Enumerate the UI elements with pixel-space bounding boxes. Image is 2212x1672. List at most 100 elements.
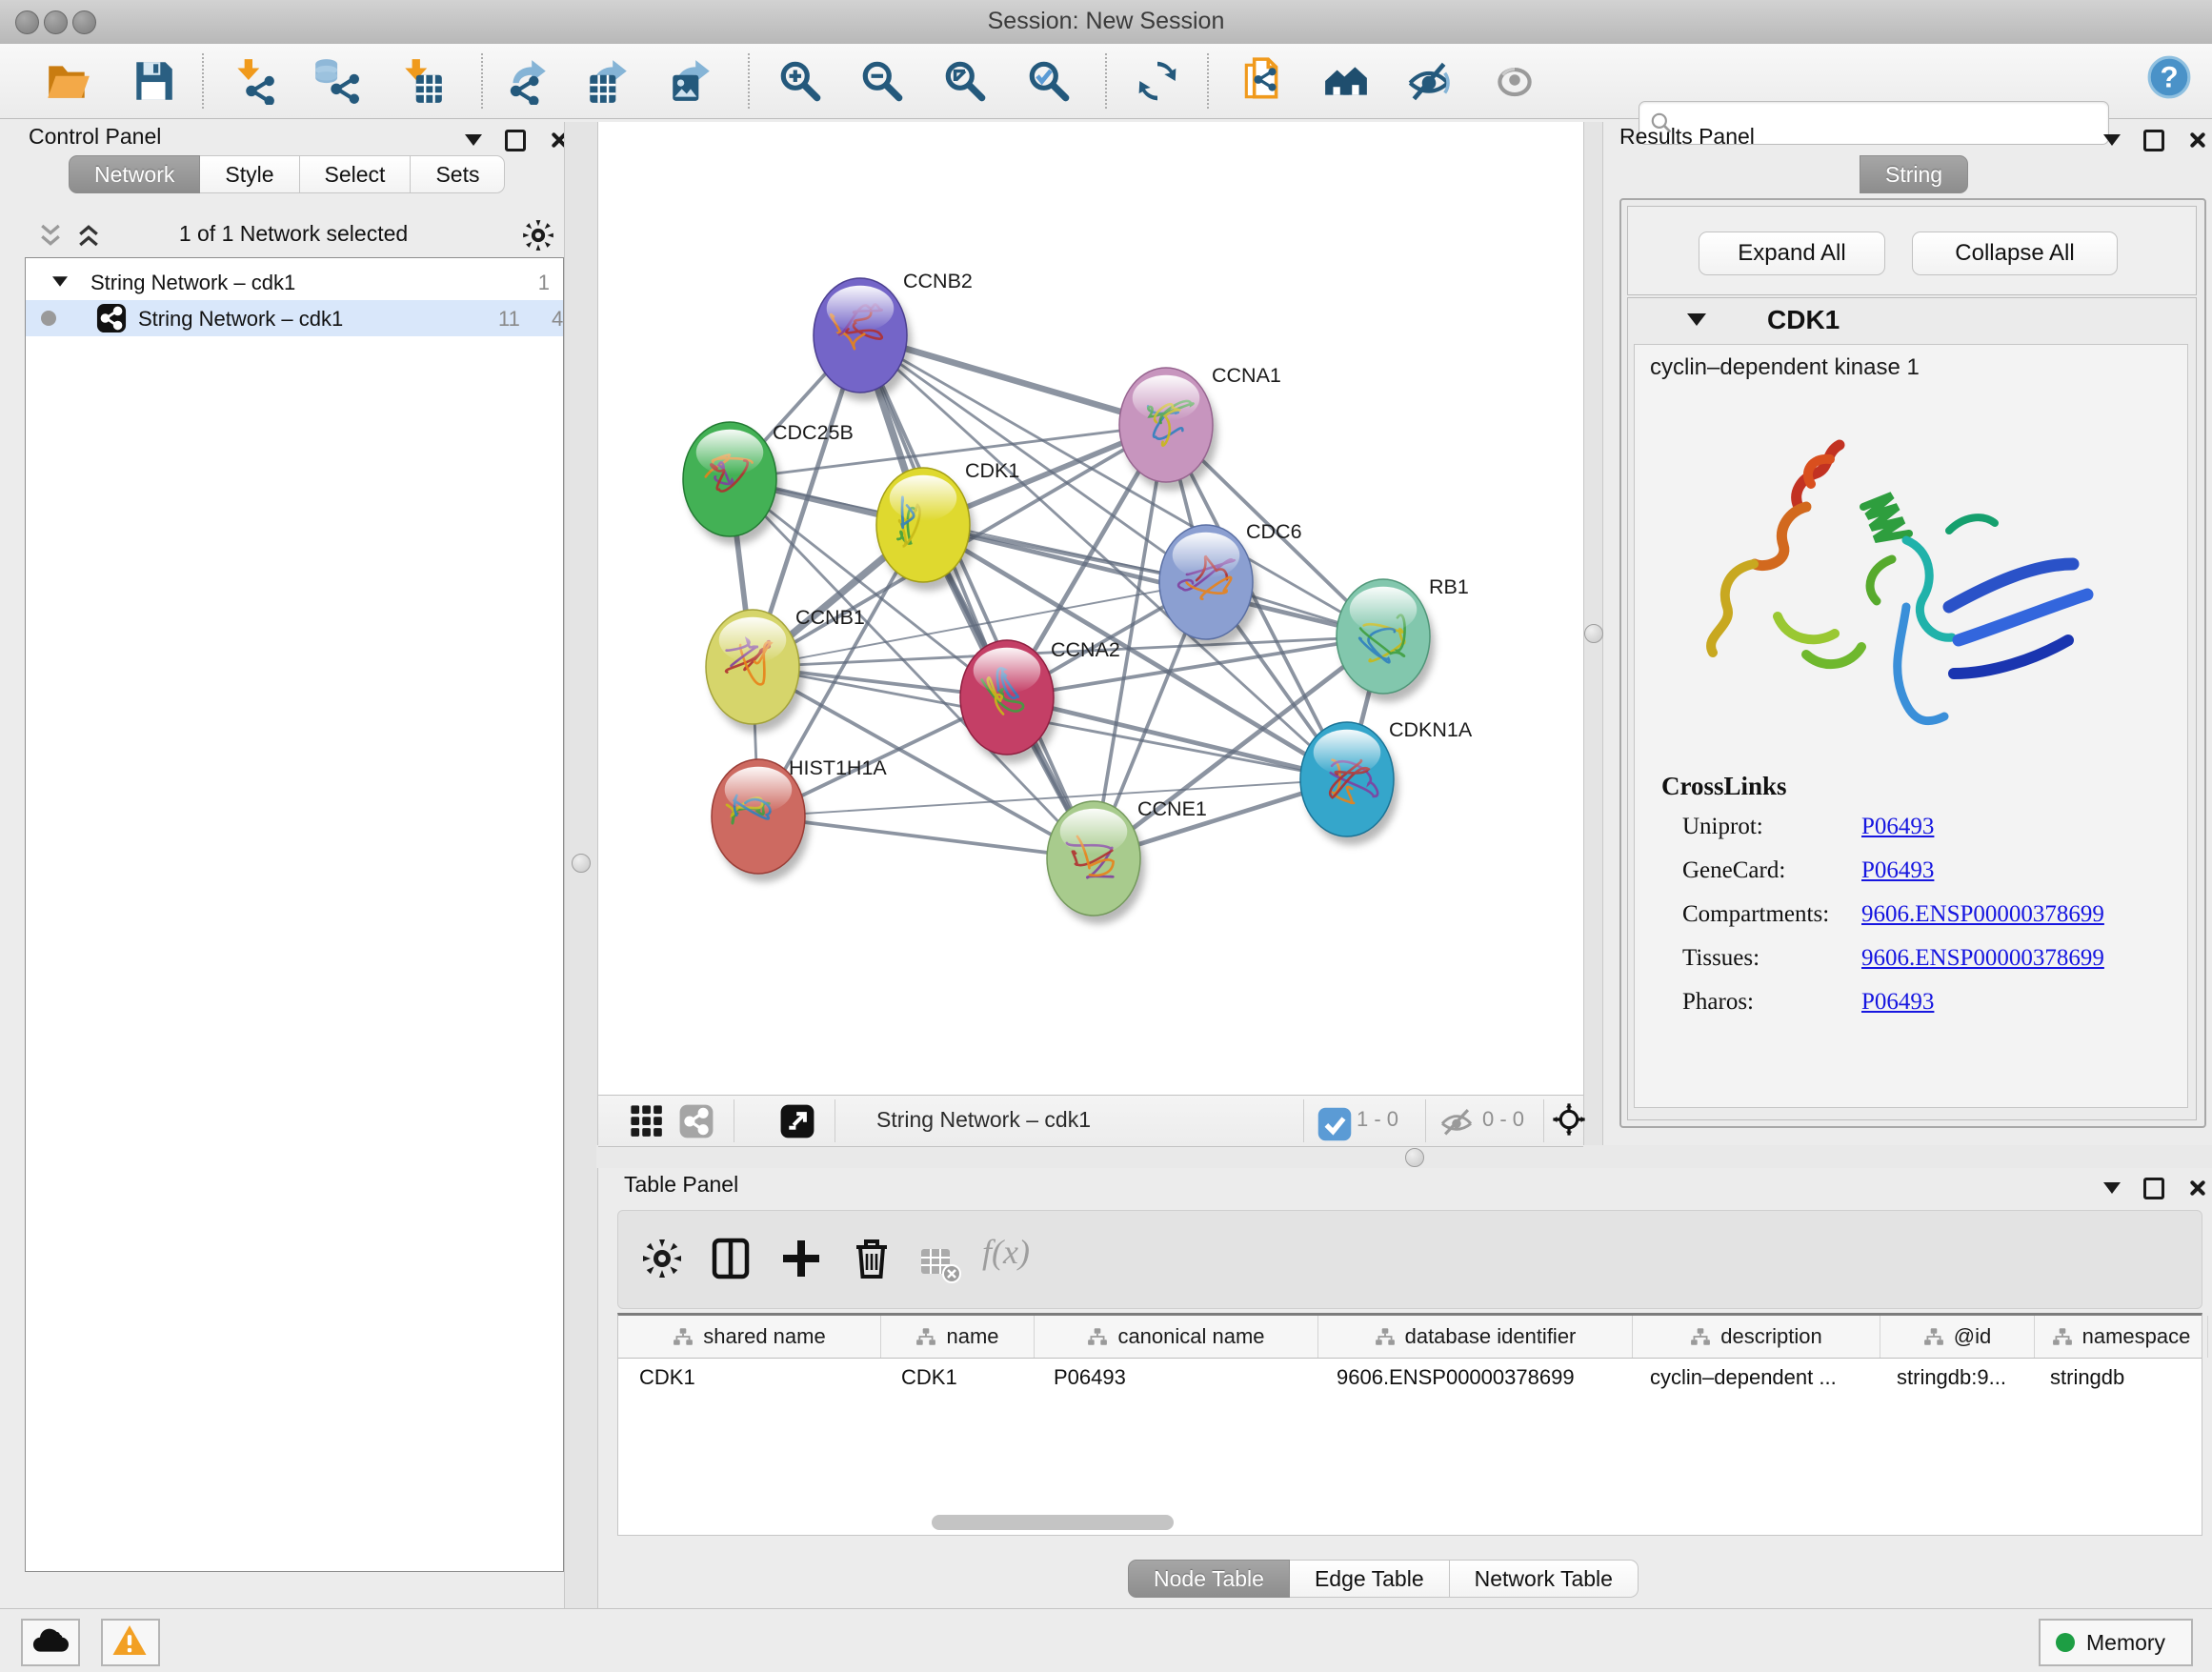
gene-details: cyclin–dependent kinase 1 [1634, 344, 2188, 1108]
collapse-panel-icon[interactable] [2103, 134, 2121, 146]
memory-button[interactable]: Memory [2039, 1619, 2193, 1666]
collection-count: 1 [538, 271, 550, 295]
gene-section-header[interactable]: CDK1 [1628, 298, 2196, 342]
collapse-all-button[interactable]: Collapse All [1912, 232, 2118, 275]
cloud-button[interactable] [21, 1619, 80, 1666]
close-panel-icon[interactable] [2187, 1178, 2206, 1198]
horizontal-divider[interactable] [596, 1145, 2212, 1168]
column-header-database-identifier[interactable]: database identifier [1318, 1316, 1633, 1358]
help-button[interactable]: ? [2145, 53, 2193, 101]
table-cell[interactable]: CDK1 [618, 1358, 880, 1398]
string-home-icon[interactable] [1322, 57, 1370, 105]
column-header-description[interactable]: description [1633, 1316, 1880, 1358]
crosslink-link-genecard[interactable]: P06493 [1861, 857, 1934, 884]
import-network-file-icon[interactable] [229, 57, 276, 105]
hidden-counts: 0 - 0 [1482, 1107, 1524, 1132]
table-cell[interactable]: 9606.ENSP00000378699 [1316, 1358, 1629, 1398]
collection-expand-icon[interactable] [52, 276, 68, 286]
network-node-CCNA1[interactable] [1119, 368, 1217, 491]
table-cell[interactable]: stringdb [2029, 1358, 2202, 1398]
delete-column-icon[interactable] [849, 1236, 895, 1281]
expand-all-button[interactable]: Expand All [1699, 232, 1885, 275]
add-column-icon[interactable] [778, 1236, 824, 1281]
table-cell[interactable]: P06493 [1033, 1358, 1316, 1398]
export-network-icon[interactable] [503, 57, 551, 105]
network-node-CCNB1[interactable] [706, 610, 804, 733]
crosslink-link-pharos[interactable]: P06493 [1861, 989, 1934, 1016]
tab-node-table[interactable]: Node Table [1128, 1560, 1290, 1598]
tab-string[interactable]: String [1860, 155, 1968, 193]
network-node-CDKN1A[interactable] [1300, 722, 1398, 845]
tab-network-table[interactable]: Network Table [1450, 1560, 1639, 1598]
float-panel-icon[interactable] [505, 130, 526, 151]
right-divider[interactable] [1583, 122, 1603, 1145]
column-header-shared-name[interactable]: shared name [618, 1316, 881, 1358]
column-header-@id[interactable]: @id [1880, 1316, 2035, 1358]
control-panel-tabs: NetworkStyleSelectSets [69, 155, 505, 193]
right-divider-handle[interactable] [1584, 624, 1603, 643]
tab-style[interactable]: Style [200, 155, 299, 193]
zoom-out-icon[interactable] [858, 57, 906, 105]
open-in-window-icon[interactable] [779, 1103, 815, 1139]
network-from-document-icon[interactable] [1238, 57, 1286, 105]
network-edge-CDK1-RB1[interactable] [923, 525, 1383, 636]
network-node-CCNE1[interactable] [1047, 801, 1145, 924]
column-header-namespace[interactable]: namespace [2035, 1316, 2208, 1358]
network-selection-status: 1 of 1 Network selected [25, 221, 562, 247]
crosslink-link-uniprot[interactable]: P06493 [1861, 814, 1934, 840]
crosslink-row: GeneCard:P06493 [1682, 857, 2178, 901]
birdseye-crosshair-icon[interactable] [1551, 1101, 1591, 1141]
column-header-name[interactable]: name [881, 1316, 1035, 1358]
node-label-HIST1H1A: HIST1H1A [789, 756, 887, 779]
import-network-database-icon[interactable] [312, 57, 359, 105]
table-horizontal-scrollbar[interactable] [932, 1515, 1174, 1530]
network-share-view-icon[interactable] [678, 1103, 714, 1139]
gene-expand-icon[interactable] [1687, 313, 1706, 326]
network-row-selected[interactable]: String Network – cdk1 11 48 [26, 300, 563, 336]
float-panel-icon[interactable] [2143, 1178, 2164, 1199]
show-columns-icon[interactable] [708, 1236, 754, 1281]
network-edge-CCNB2-CCNE1[interactable] [860, 335, 1094, 858]
tab-edge-table[interactable]: Edge Table [1290, 1560, 1450, 1598]
table-cell[interactable]: cyclin–dependent ... [1629, 1358, 1876, 1398]
crosslink-link-tissues[interactable]: 9606.ENSP00000378699 [1861, 945, 2104, 972]
highlight-neighbors-icon[interactable] [1491, 57, 1538, 105]
tab-sets[interactable]: Sets [411, 155, 505, 193]
table-cell[interactable]: stringdb:9... [1876, 1358, 2029, 1398]
zoom-fit-icon[interactable] [941, 57, 989, 105]
import-table-icon[interactable] [398, 57, 446, 105]
close-panel-icon[interactable] [2187, 131, 2206, 150]
export-table-icon[interactable] [584, 57, 632, 105]
network-node-CCNA2[interactable] [960, 640, 1058, 763]
table-cell[interactable]: CDK1 [880, 1358, 1033, 1398]
refresh-icon[interactable] [1134, 57, 1181, 105]
left-divider[interactable] [564, 122, 598, 1608]
open-session-icon[interactable] [44, 57, 91, 105]
table-row[interactable]: CDK1CDK1P064939606.ENSP00000378699cyclin… [618, 1358, 2202, 1398]
horizontal-divider-handle[interactable] [1405, 1148, 1424, 1167]
tab-select[interactable]: Select [300, 155, 412, 193]
network-node-RB1[interactable] [1337, 579, 1435, 702]
zoom-selected-icon[interactable] [1025, 57, 1073, 105]
network-collection-row[interactable]: String Network – cdk1 1 [26, 264, 563, 300]
export-image-icon[interactable] [667, 57, 714, 105]
network-options-gear-icon[interactable] [520, 217, 556, 258]
table-settings-gear-icon[interactable] [639, 1236, 685, 1281]
hide-selected-icon[interactable] [1405, 57, 1453, 105]
network-node-CDC6[interactable] [1159, 525, 1257, 648]
crosslink-link-compartments[interactable]: 9606.ENSP00000378699 [1861, 901, 2104, 928]
network-node-CDK1[interactable] [876, 468, 975, 591]
grid-view-icon[interactable] [629, 1103, 665, 1139]
left-divider-handle[interactable] [572, 854, 591, 873]
network-node-CCNB2[interactable] [814, 278, 912, 401]
collapse-panel-icon[interactable] [2103, 1182, 2121, 1194]
tab-network[interactable]: Network [69, 155, 200, 193]
network-canvas[interactable]: CCNB2CCNA1CDC25BCDK1CDC6RB1CCNB1CCNA2CDK… [598, 122, 1583, 1095]
collapse-panel-icon[interactable] [465, 134, 482, 146]
warning-button[interactable] [101, 1619, 160, 1666]
column-header-canonical-name[interactable]: canonical name [1035, 1316, 1318, 1358]
float-panel-icon[interactable] [2143, 130, 2164, 151]
save-session-icon[interactable] [130, 57, 177, 105]
selected-checkbox-icon[interactable] [1317, 1106, 1345, 1135]
zoom-in-icon[interactable] [776, 57, 824, 105]
